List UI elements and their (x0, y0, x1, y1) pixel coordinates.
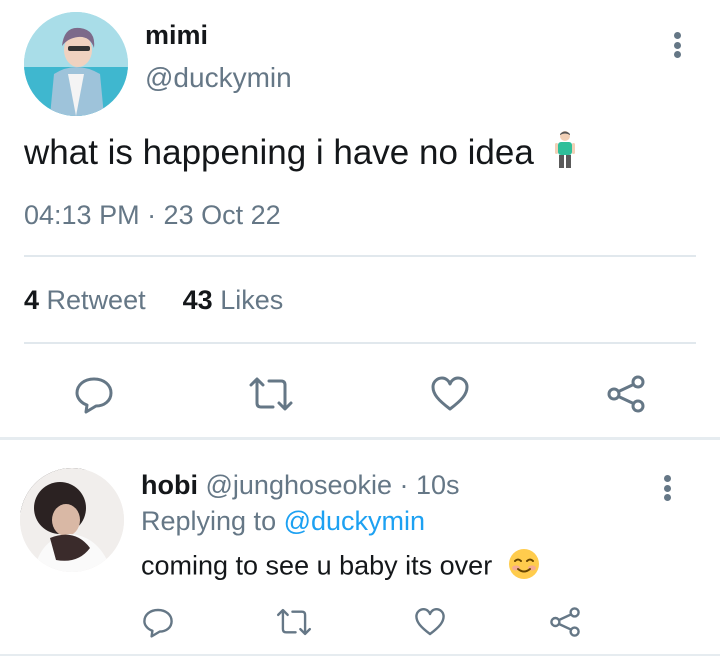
share-icon[interactable] (604, 372, 648, 416)
main-tweet: mimi @duckymin what is happening i have … (0, 0, 720, 437)
likes-stat[interactable]: 43 Likes (183, 285, 284, 315)
tweet-text: what is happening i have no idea (24, 132, 534, 172)
smiling-face-emoji-icon (508, 548, 540, 587)
tweet-timestamp[interactable]: 04:13 PM · 23 Oct 22 (24, 200, 281, 231)
dot (673, 41, 681, 49)
reply-icon[interactable] (72, 372, 116, 416)
more-options-icon[interactable] (662, 28, 692, 62)
more-options-icon[interactable] (652, 472, 682, 504)
avatar-photo (20, 468, 124, 572)
dot (663, 494, 671, 501)
reply-header: hobi @junghoseokie · 10s (141, 470, 460, 501)
avatar[interactable] (24, 12, 128, 116)
retweet-icon[interactable] (272, 604, 316, 640)
divider (0, 654, 720, 656)
dot (663, 475, 671, 482)
reply-icon[interactable] (140, 604, 176, 640)
reply-text-row: coming to see u baby its over (141, 548, 540, 587)
like-icon[interactable] (428, 372, 472, 416)
replying-to-label: Replying to (141, 506, 277, 536)
tweet-actions (0, 360, 720, 424)
dot (663, 484, 671, 492)
dot (673, 32, 681, 39)
share-icon[interactable] (547, 604, 583, 640)
user-handle[interactable]: @duckymin (145, 62, 292, 94)
reply-actions (0, 598, 720, 648)
reply-text: coming to see u baby its over (141, 550, 493, 581)
divider (24, 342, 696, 344)
reply-tweet[interactable]: hobi @junghoseokie · 10s Replying to @du… (0, 440, 720, 659)
retweet-icon[interactable] (246, 372, 296, 416)
reply-handle-time: @junghoseokie · 10s (205, 470, 460, 500)
mention-link[interactable]: @duckymin (284, 506, 425, 536)
tweet-stats: 4 Retweet 43 Likes (24, 285, 283, 316)
dot (673, 51, 681, 58)
divider (24, 255, 696, 257)
like-icon[interactable] (412, 604, 448, 640)
avatar-photo (24, 12, 128, 116)
tweet-text-row: what is happening i have no idea (24, 130, 576, 179)
standing-person-emoji-icon (554, 130, 576, 179)
replying-to: Replying to @duckymin (141, 506, 425, 537)
reply-display-name[interactable]: hobi (141, 470, 198, 500)
reply-avatar[interactable] (20, 468, 124, 572)
retweet-stat[interactable]: 4 Retweet (24, 285, 146, 315)
display-name[interactable]: mimi (145, 20, 208, 51)
